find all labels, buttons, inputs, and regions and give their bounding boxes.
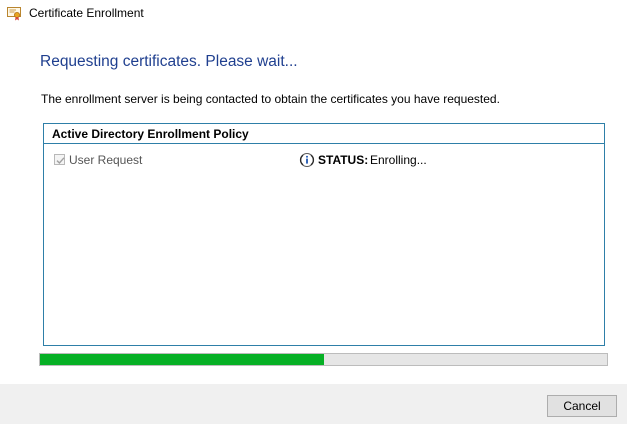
window-title: Certificate Enrollment [29,6,144,20]
user-request-checkbox[interactable] [54,154,65,165]
checkmark-icon [56,157,65,165]
cancel-button[interactable]: Cancel [547,395,617,417]
title-bar: Certificate Enrollment [0,0,627,26]
progress-fill [40,354,324,365]
policy-title: Active Directory Enrollment Policy [52,127,249,141]
dialog-footer: Cancel [0,384,627,424]
certificate-enrollment-window: Certificate Enrollment Requesting certif… [0,0,627,424]
enrollment-progress-bar [39,353,608,366]
page-description: The enrollment server is being contacted… [41,92,500,106]
user-request-label: User Request [69,153,143,167]
status-label: STATUS: [318,153,369,167]
status-value: Enrolling... [370,153,427,167]
enrollment-policy-panel: Active Directory Enrollment Policy User … [43,123,605,346]
page-heading: Requesting certificates. Please wait... [40,53,298,70]
info-icon [299,152,315,168]
policy-header: Active Directory Enrollment Policy [44,124,604,144]
certificate-icon [6,5,22,21]
